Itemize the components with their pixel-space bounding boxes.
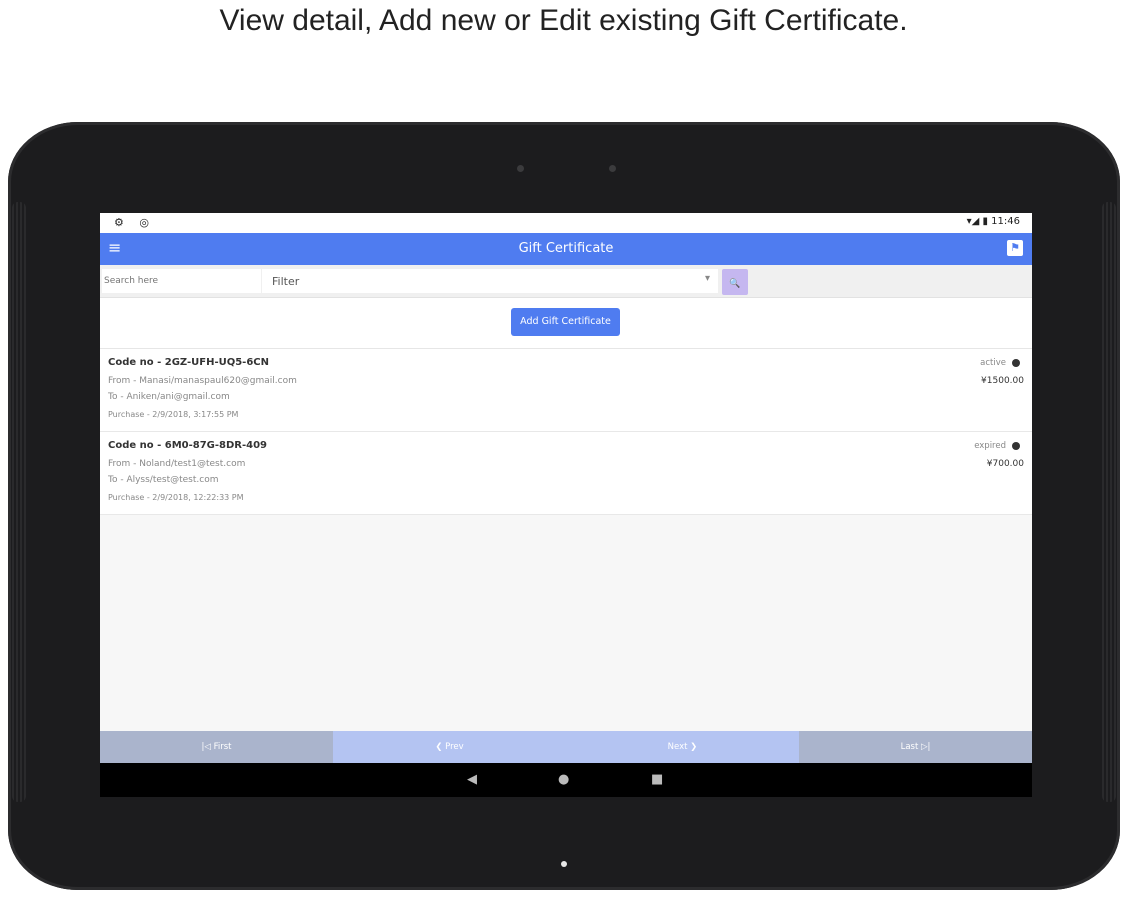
- device-screen: ⚙ ◎ ▾◢ ▮ 11:46 ≡ Gift Certificate ⚑ Filt…: [100, 213, 1032, 797]
- pagination-bar: |◁ First ❮ Prev Next ❯ Last ▷|: [100, 731, 1032, 763]
- sensor-dot: [609, 165, 616, 172]
- prev-page-button[interactable]: ❮ Prev: [333, 731, 566, 763]
- first-page-button[interactable]: |◁ First: [100, 731, 333, 763]
- search-button[interactable]: 🔍: [722, 269, 748, 295]
- search-input[interactable]: [102, 269, 261, 293]
- chevron-down-icon: ▾: [704, 273, 710, 284]
- list-item[interactable]: Code no - 6M0-87G-8DR-409 From - Noland/…: [100, 432, 1032, 515]
- page-caption: View detail, Add new or Edit existing Gi…: [219, 4, 908, 37]
- add-section: Add Gift Certificate: [100, 298, 1032, 349]
- recents-icon[interactable]: ■: [651, 772, 663, 787]
- status-dot-icon: [1012, 359, 1020, 367]
- status-badge: expired: [974, 441, 1006, 451]
- list-item[interactable]: Code no - 2GZ-UFH-UQ5-6CN From - Manasi/…: [100, 349, 1032, 432]
- certificate-amount: ¥700.00: [986, 459, 1024, 469]
- certificate-to: To - Alyss/test@test.com: [108, 475, 219, 485]
- filter-label: Filter: [272, 275, 300, 288]
- search-row: Filter ▾ 🔍: [100, 265, 1032, 298]
- certificate-list: Code no - 2GZ-UFH-UQ5-6CN From - Manasi/…: [100, 349, 1032, 515]
- certificate-to: To - Aniken/ani@gmail.com: [108, 392, 230, 402]
- tablet-edge-left: [12, 202, 26, 802]
- certificate-amount: ¥1500.00: [981, 376, 1024, 386]
- filter-select[interactable]: Filter ▾: [262, 269, 718, 293]
- last-page-button[interactable]: Last ▷|: [799, 731, 1032, 763]
- certificate-from: From - Manasi/manaspaul620@gmail.com: [108, 376, 297, 386]
- system-nav-bar: ◀ ● ■: [100, 763, 1032, 797]
- certificate-code: Code no - 2GZ-UFH-UQ5-6CN: [108, 357, 269, 368]
- certificate-code: Code no - 6M0-87G-8DR-409: [108, 440, 268, 451]
- status-badge: active: [980, 358, 1006, 368]
- tablet-edge-right: [1102, 202, 1116, 802]
- status-dot-icon: [1012, 442, 1020, 450]
- app-title: Gift Certificate: [518, 241, 614, 256]
- next-page-button[interactable]: Next ❯: [566, 731, 799, 763]
- camera-dot: [517, 165, 524, 172]
- home-icon[interactable]: ●: [558, 772, 569, 787]
- add-gift-certificate-button[interactable]: Add Gift Certificate: [511, 308, 620, 336]
- certificate-from: From - Noland/test1@test.com: [108, 459, 246, 469]
- status-right: ▾◢ ▮ 11:46: [966, 216, 1020, 227]
- certificate-purchase: Purchase - 2/9/2018, 12:22:33 PM: [108, 493, 244, 502]
- certificate-purchase: Purchase - 2/9/2018, 3:17:55 PM: [108, 410, 239, 419]
- search-icon: 🔍: [729, 279, 741, 289]
- status-bar: ⚙ ◎ ▾◢ ▮ 11:46: [100, 213, 1032, 233]
- app-bar: ≡ Gift Certificate ⚑: [100, 233, 1032, 265]
- flag-icon[interactable]: ⚑: [1007, 240, 1023, 256]
- status-left-icons: ⚙ ◎: [114, 216, 155, 229]
- home-indicator: [561, 861, 567, 867]
- back-icon[interactable]: ◀: [467, 772, 477, 787]
